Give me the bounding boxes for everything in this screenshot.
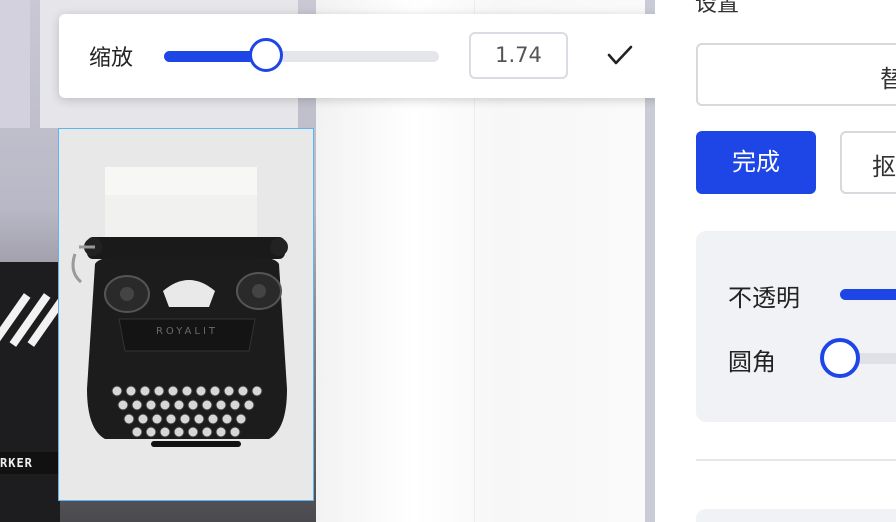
zoom-label: 缩放 — [89, 46, 134, 71]
radius-label: 圆角 — [728, 348, 776, 376]
check-icon[interactable] — [607, 44, 633, 66]
properties-card: 不透明 圆角 — [696, 231, 896, 422]
svg-text:ROYALIT: ROYALIT — [156, 326, 218, 337]
photo-wall — [0, 0, 30, 128]
replace-input-text: 替 — [880, 65, 896, 93]
panel-separator — [696, 459, 896, 461]
typewriter-illustration: ROYALIT — [59, 129, 313, 500]
replace-input[interactable]: 替 — [696, 43, 896, 106]
cutout-button[interactable]: 抠 — [840, 131, 896, 194]
radius-slider-thumb[interactable] — [820, 338, 860, 378]
photo-sign: RKER — [0, 452, 60, 474]
zoom-slider-thumb[interactable] — [248, 38, 283, 72]
right-panel: 设置 替 完成 抠 不透明 圆角 — [655, 0, 896, 522]
section-title: 设置 — [695, 0, 740, 17]
photo-dark-area — [0, 262, 60, 522]
selected-image-typewriter[interactable]: ROYALIT — [58, 128, 314, 501]
opacity-label: 不透明 — [728, 284, 800, 312]
zoom-value-input[interactable]: 1.74 — [469, 32, 568, 79]
bottom-card — [696, 509, 896, 522]
opacity-slider[interactable] — [840, 289, 896, 300]
cutout-button-label: 抠 — [872, 153, 896, 181]
done-button[interactable]: 完成 — [696, 131, 816, 194]
zoom-slider[interactable] — [164, 38, 439, 72]
zoom-toolbar: 缩放 1.74 — [59, 14, 663, 98]
